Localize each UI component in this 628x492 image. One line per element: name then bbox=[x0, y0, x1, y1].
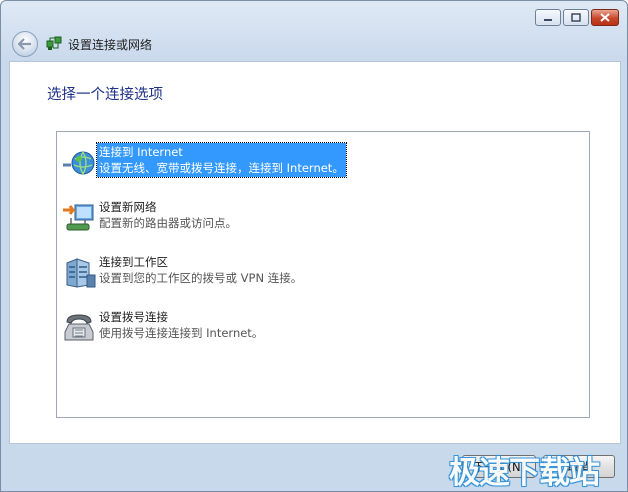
option-text: 设置新网络 配置新的路由器或访问点。 bbox=[97, 198, 239, 232]
option-description: 使用拨号连接连接到 Internet。 bbox=[99, 326, 264, 340]
connection-options-list[interactable]: 连接到 Internet 设置无线、宽带或拨号连接，连接到 Internet。 … bbox=[56, 131, 590, 418]
content-panel: 选择一个连接选项 连接到 Internet 设置无线、宽带或拨号连接，连接到 I… bbox=[9, 61, 621, 444]
page-heading: 选择一个连接选项 bbox=[47, 87, 163, 103]
option-text: 连接到 Internet 设置无线、宽带或拨号连接，连接到 Internet。 bbox=[96, 142, 347, 178]
option-connect-internet[interactable]: 连接到 Internet 设置无线、宽带或拨号连接，连接到 Internet。 bbox=[57, 142, 591, 187]
option-title: 设置拨号连接 bbox=[99, 310, 168, 324]
option-title: 设置新网络 bbox=[99, 200, 157, 214]
close-icon bbox=[600, 13, 610, 22]
maximize-icon bbox=[571, 13, 581, 22]
watermark-text: 极速下载站 bbox=[449, 455, 600, 491]
option-title: 连接到 Internet bbox=[99, 145, 183, 159]
option-text: 设置拨号连接 使用拨号连接连接到 Internet。 bbox=[97, 308, 265, 342]
back-arrow-icon bbox=[18, 38, 31, 50]
option-setup-network[interactable]: 设置新网络 配置新的路由器或访问点。 bbox=[57, 198, 591, 242]
option-text: 连接到工作区 设置到您的工作区的拨号或 VPN 连接。 bbox=[97, 253, 304, 287]
option-setup-dialup[interactable]: 设置拨号连接 使用拨号连接连接到 Internet。 bbox=[57, 308, 591, 352]
workplace-building-icon bbox=[66, 258, 96, 288]
option-description: 设置无线、宽带或拨号连接，连接到 Internet。 bbox=[99, 161, 344, 175]
option-title: 连接到工作区 bbox=[99, 255, 168, 269]
maximize-button[interactable] bbox=[563, 9, 589, 26]
router-setup-icon bbox=[63, 204, 94, 231]
title-bar: 设置连接或网络 bbox=[1, 1, 627, 61]
window-title: 设置连接或网络 bbox=[68, 38, 153, 52]
option-description: 配置新的路由器或访问点。 bbox=[99, 216, 237, 230]
globe-network-icon bbox=[63, 151, 95, 175]
back-button[interactable] bbox=[12, 31, 38, 57]
window-controls bbox=[535, 9, 619, 26]
close-button[interactable] bbox=[591, 9, 619, 26]
minimize-button[interactable] bbox=[535, 9, 561, 26]
option-description: 设置到您的工作区的拨号或 VPN 连接。 bbox=[99, 271, 303, 285]
option-connect-workplace[interactable]: 连接到工作区 设置到您的工作区的拨号或 VPN 连接。 bbox=[57, 253, 591, 297]
telephone-modem-icon bbox=[64, 314, 94, 341]
network-setup-icon bbox=[46, 36, 62, 50]
minimize-icon bbox=[544, 18, 552, 21]
dialog-window: 设置连接或网络 选择一个连接选项 连接到 Internet 设置无线、宽带或拨号… bbox=[0, 0, 628, 492]
